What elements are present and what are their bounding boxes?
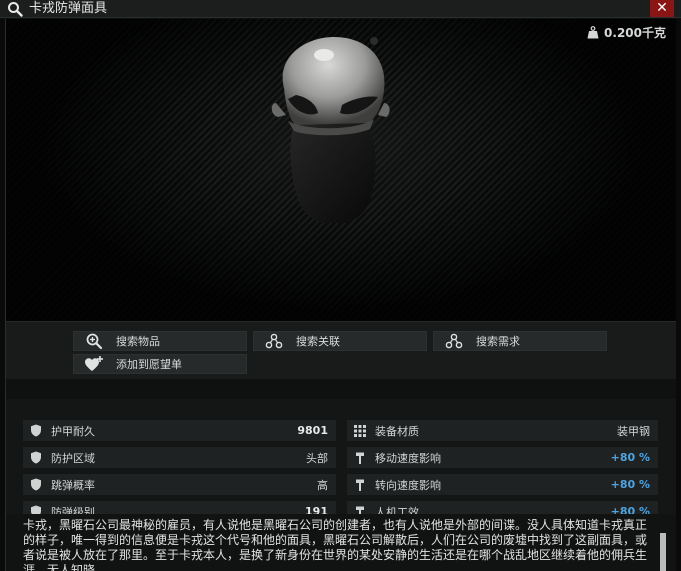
stat-row: 装备材质 装甲钢 <box>347 420 658 441</box>
mask-image <box>271 37 390 223</box>
add-to-wishlist-button[interactable]: 添加到愿望单 <box>73 354 247 374</box>
weight-display: 0.200千克 <box>587 24 666 41</box>
stat-row: 移动速度影响 +80 % <box>347 447 658 468</box>
item-inspect-window: 0.200千克 搜索物品 搜索关联 搜索需求 添加到愿望单 护甲耐久 9801 … <box>5 19 676 571</box>
item-preview: 0.200千克 <box>6 19 676 321</box>
search-required-button[interactable]: 搜索需求 <box>433 331 607 351</box>
shield-icon <box>29 424 43 438</box>
shield-icon <box>29 478 43 492</box>
window-title: 卡戎防弹面具 <box>29 1 108 16</box>
title-bar: 卡戎防弹面具 ✕ <box>0 0 681 18</box>
description-text: 卡戎，黑曜石公司最神秘的雇员，有人说他是黑曜石公司的创建者，也有人说他是外部的间… <box>23 518 648 571</box>
heart-plus-icon <box>82 355 106 373</box>
search-item-button[interactable]: 搜索物品 <box>73 331 247 351</box>
magnify-icon <box>82 332 106 350</box>
hammer-icon <box>353 451 367 465</box>
nodes-icon <box>262 332 286 350</box>
hammer-icon <box>353 478 367 492</box>
stat-row: 转向速度影响 +80 % <box>347 474 658 495</box>
search-related-button[interactable]: 搜索关联 <box>253 331 427 351</box>
stats-panel: 护甲耐久 9801 防护区域 头部 跳弹概率 高 防弹级别 191 装备材质 装… <box>6 399 676 522</box>
stat-row: 跳弹概率 高 <box>23 474 336 495</box>
stat-row: 防护区域 头部 <box>23 447 336 468</box>
grid-icon <box>353 424 367 438</box>
close-button[interactable]: ✕ <box>650 0 674 17</box>
description-scrollbar[interactable] <box>660 533 666 571</box>
item-description: 卡戎，黑曜石公司最神秘的雇员，有人说他是黑曜石公司的创建者，也有人说他是外部的间… <box>6 514 676 571</box>
shield-icon <box>29 451 43 465</box>
weight-icon <box>587 26 599 39</box>
stat-row: 护甲耐久 9801 <box>23 420 336 441</box>
action-bar: 搜索物品 搜索关联 搜索需求 添加到愿望单 <box>6 321 676 379</box>
weight-value: 0.200千克 <box>604 26 666 40</box>
nodes-icon <box>442 332 466 350</box>
search-icon <box>8 2 23 17</box>
